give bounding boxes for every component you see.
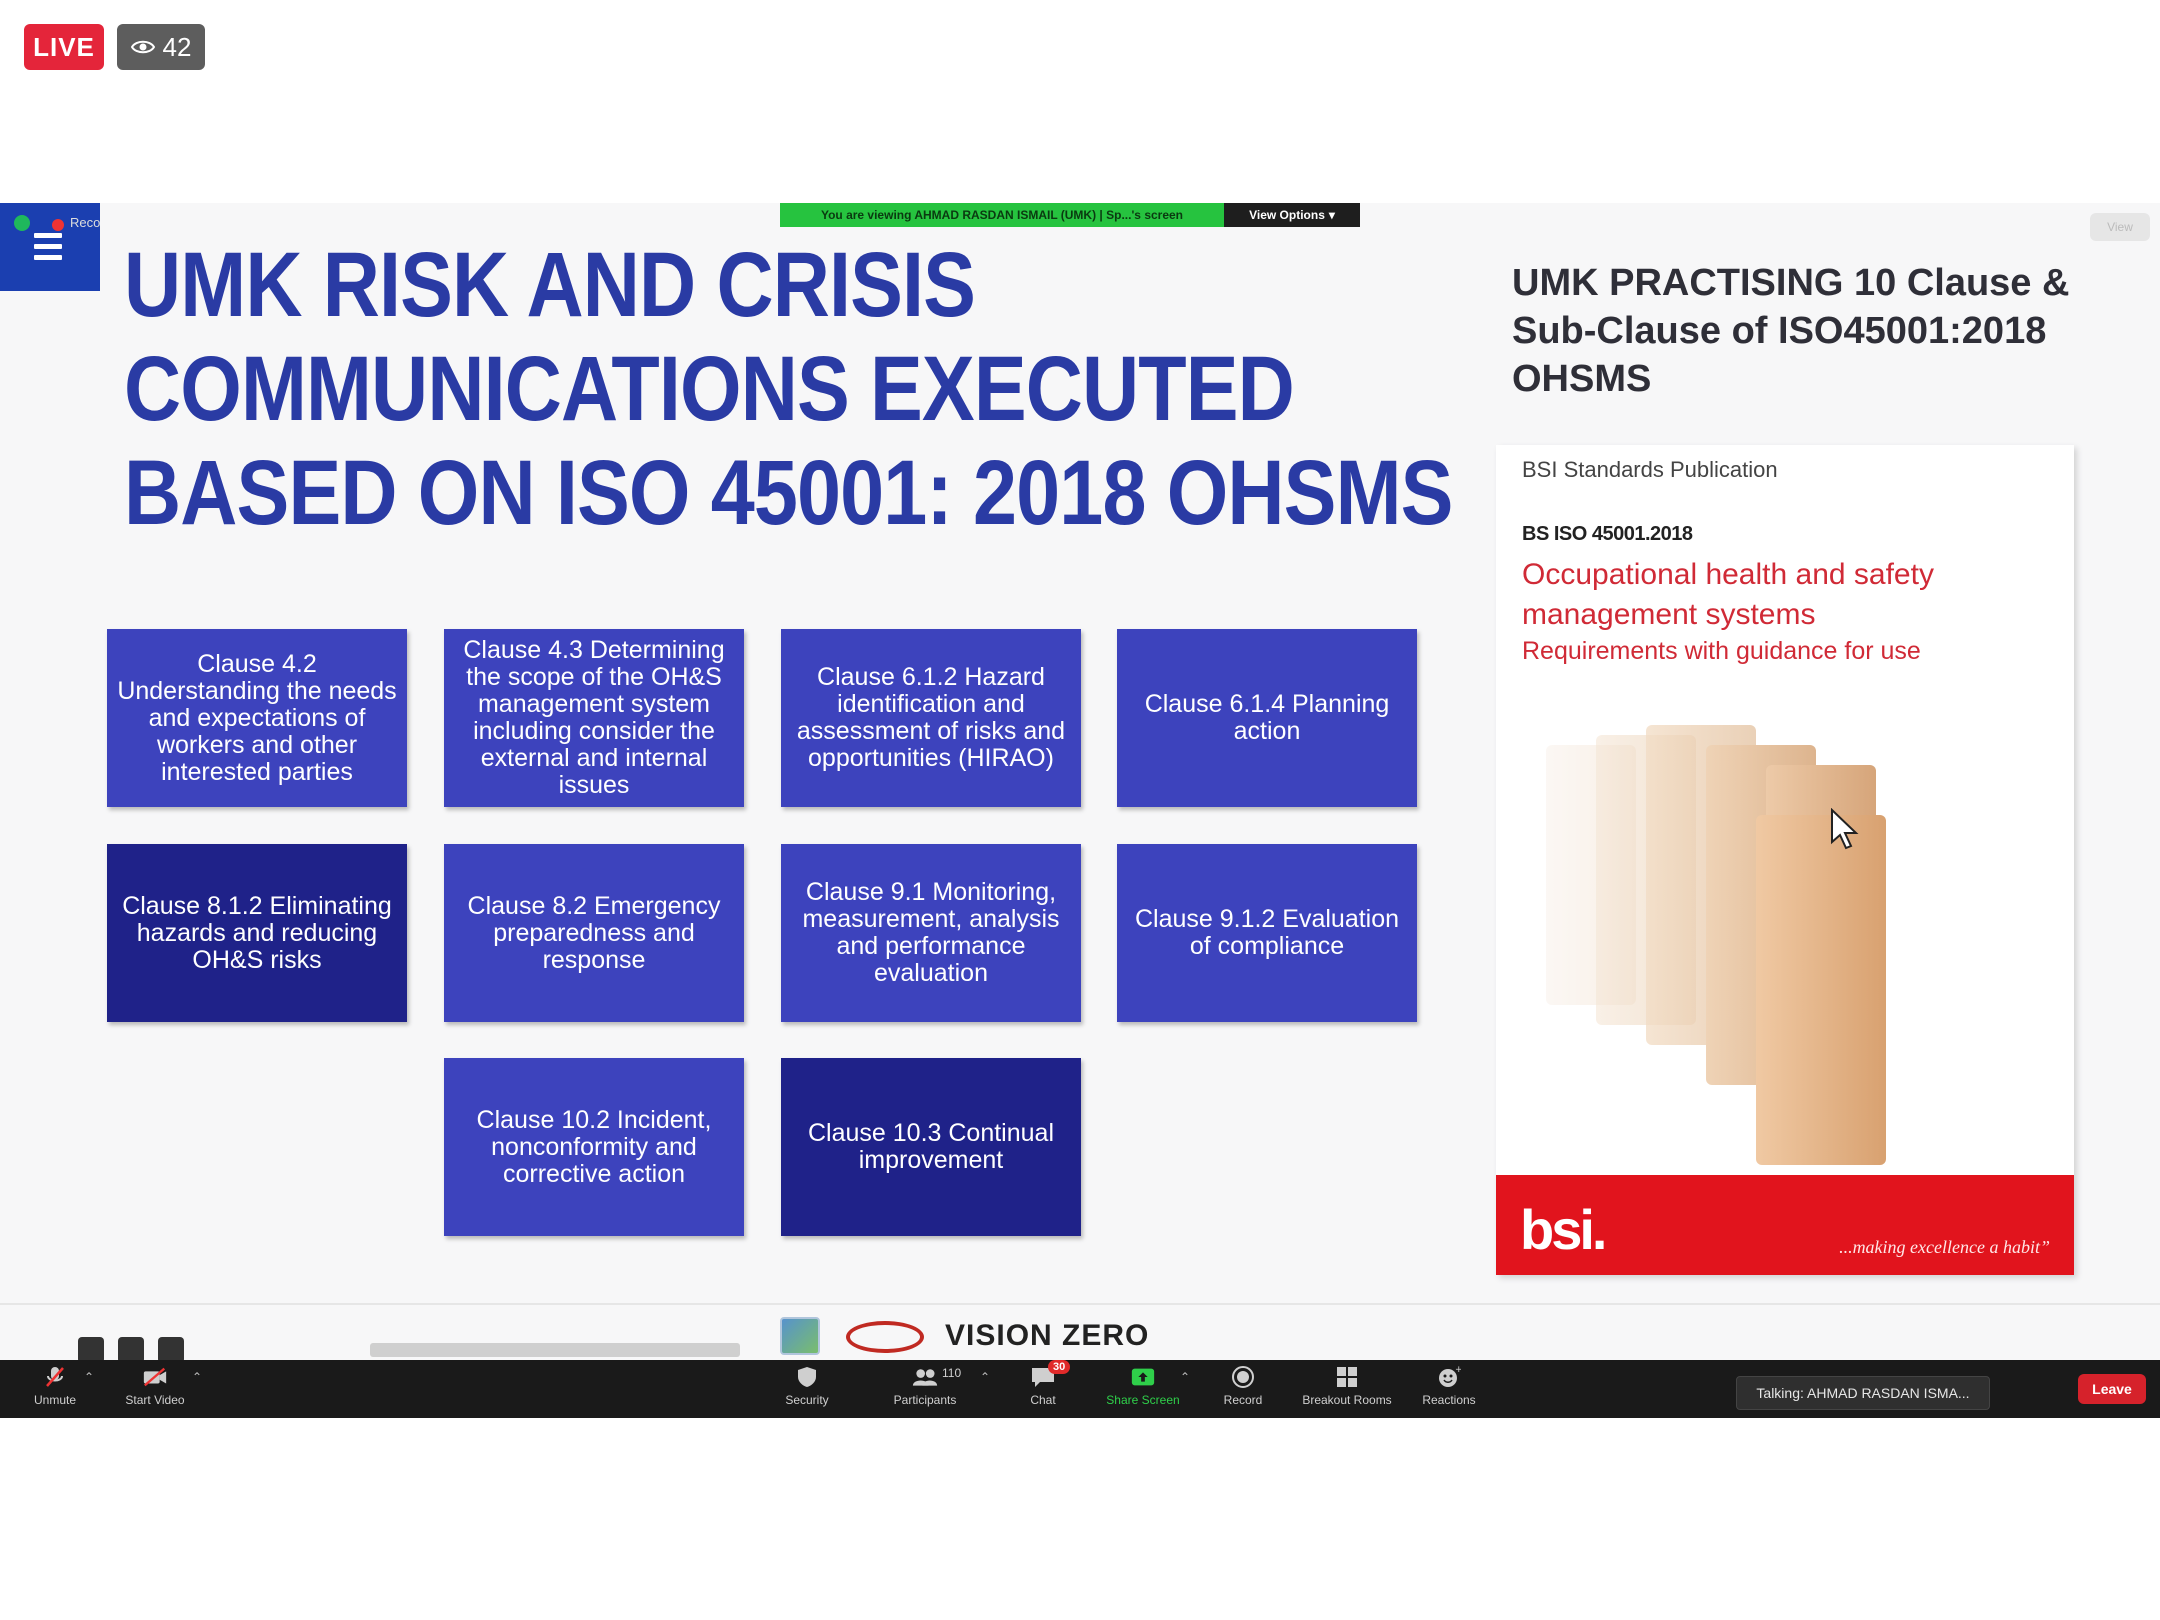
bsi-logo: bsi. [1520,1198,1607,1261]
live-badge: LIVE [24,24,104,70]
cover-title: Occupational health and safety managemen… [1522,558,1934,631]
cover-publication: BSI Standards Publication [1522,457,1778,482]
breakout-rooms-button[interactable]: Breakout Rooms [1292,1364,1402,1416]
clause-box: Clause 8.2 Emergency preparedness and re… [444,844,744,1022]
cover-code: BS ISO 45001.2018 [1522,523,1693,545]
bsi-banner: bsi. ...making excellence a habit” [1496,1175,2074,1275]
clause-box: Clause 6.1.2 Hazard identification and a… [781,629,1081,807]
microphone-muted-icon [42,1364,68,1390]
reactions-icon: + [1436,1364,1462,1390]
breakout-rooms-icon [1334,1364,1360,1390]
view-button[interactable]: View [2090,213,2150,241]
participants-count: 110 [942,1366,962,1380]
clause-box: Clause 10.2 Incident, nonconformity and … [444,1058,744,1236]
clause-box: Clause 9.1.2 Evaluation of compliance [1117,844,1417,1022]
organization-logo [780,1317,820,1355]
chat-label: Chat [1030,1393,1056,1407]
organization-logo [846,1321,924,1353]
share-screen-icon [1130,1364,1156,1390]
slide-title-line: UMK RISK AND CRISIS [124,234,976,336]
reactions-label: Reactions [1422,1393,1476,1407]
shield-icon [14,215,30,231]
cover-subtitle: Requirements with guidance for use [1522,637,1921,665]
slide-title: UMK RISK AND CRISIS COMMUNICATIONS EXECU… [124,233,1453,545]
bsi-tagline: ...making excellence a habit” [1839,1237,2050,1257]
vision-zero-logo: VISION ZERO [945,1319,1150,1352]
leave-button[interactable]: Leave [2078,1374,2146,1404]
security-button[interactable]: Security [752,1364,862,1416]
security-label: Security [785,1393,829,1407]
start-video-label: Start Video [125,1393,185,1407]
participants-icon [912,1364,938,1390]
clause-box: Clause 8.1.2 Eliminating hazards and red… [107,844,407,1022]
view-options-label: View Options [1249,208,1325,222]
chat-badge: 30 [1048,1360,1071,1374]
slide-title-line: BASED ON ISO 45001: 2018 OHSMS [124,442,1453,544]
caret-up-icon[interactable]: ⌃ [192,1370,202,1384]
clause-box: Clause 6.1.4 Planning action [1117,629,1417,807]
right-title: UMK PRACTISING 10 Clause & Sub-Clause of… [1512,262,2070,400]
presentation-slide: Reco You are viewing AHMAD RASDAN ISMAIL… [0,203,2160,1360]
footer-text-blur [370,1343,740,1357]
reactions-button[interactable]: + Reactions [1394,1364,1504,1416]
participants-button[interactable]: 110 Participants [870,1364,980,1416]
eye-icon [130,40,155,54]
recording-indicator [52,219,64,231]
security-shield-icon [794,1364,820,1390]
svg-text:+: + [1455,1365,1461,1375]
clause-box: Clause 10.3 Continual improvement [781,1058,1081,1236]
screen-share-area: Reco You are viewing AHMAD RASDAN ISMAIL… [0,203,2160,1360]
viewer-count-badge: 42 [117,24,205,70]
slide-title-line: COMMUNICATIONS EXECUTED [124,338,1295,440]
standard-cover-image: BSI Standards Publication BS ISO 45001.2… [1496,445,2074,1275]
clause-box: Clause 4.3 Determining the scope of the … [444,629,744,807]
live-stream-view: LIVE 42 Reco You are viewing AHMAD RASDA… [0,0,2160,1620]
breakout-rooms-label: Breakout Rooms [1302,1393,1392,1407]
instagram-icon [158,1337,184,1360]
social-icons [78,1337,184,1360]
talking-indicator: Talking: AHMAD RASDAN ISMA... [1736,1376,1990,1410]
zoom-menu-button[interactable]: Reco [0,203,100,291]
video-off-icon [142,1364,168,1390]
clause-box: Clause 4.2 Understanding the needs and e… [107,629,407,807]
share-screen-label: Share Screen [1106,1393,1180,1407]
record-icon [1230,1364,1256,1390]
chat-button[interactable]: 30 Chat [988,1360,1098,1416]
chevron-down-icon: ▾ [1328,208,1335,222]
viewer-count: 42 [162,31,192,62]
facebook-icon [78,1337,104,1360]
clause-box: Clause 9.1 Monitoring, measurement, anal… [781,844,1081,1022]
record-label: Record [1223,1393,1263,1407]
viewing-banner: You are viewing AHMAD RASDAN ISMAIL (UMK… [780,203,1224,227]
unmute-label: Unmute [33,1393,77,1407]
view-options-button[interactable]: View Options ▾ [1224,203,1360,227]
participants-label: Participants [893,1393,957,1407]
cursor-icon [1831,808,1859,850]
twitter-icon [118,1337,144,1360]
menu-icon [34,233,62,266]
caret-up-icon[interactable]: ⌃ [84,1370,94,1384]
record-button[interactable]: Record [1188,1364,1298,1416]
recording-label: Reco [70,215,101,230]
